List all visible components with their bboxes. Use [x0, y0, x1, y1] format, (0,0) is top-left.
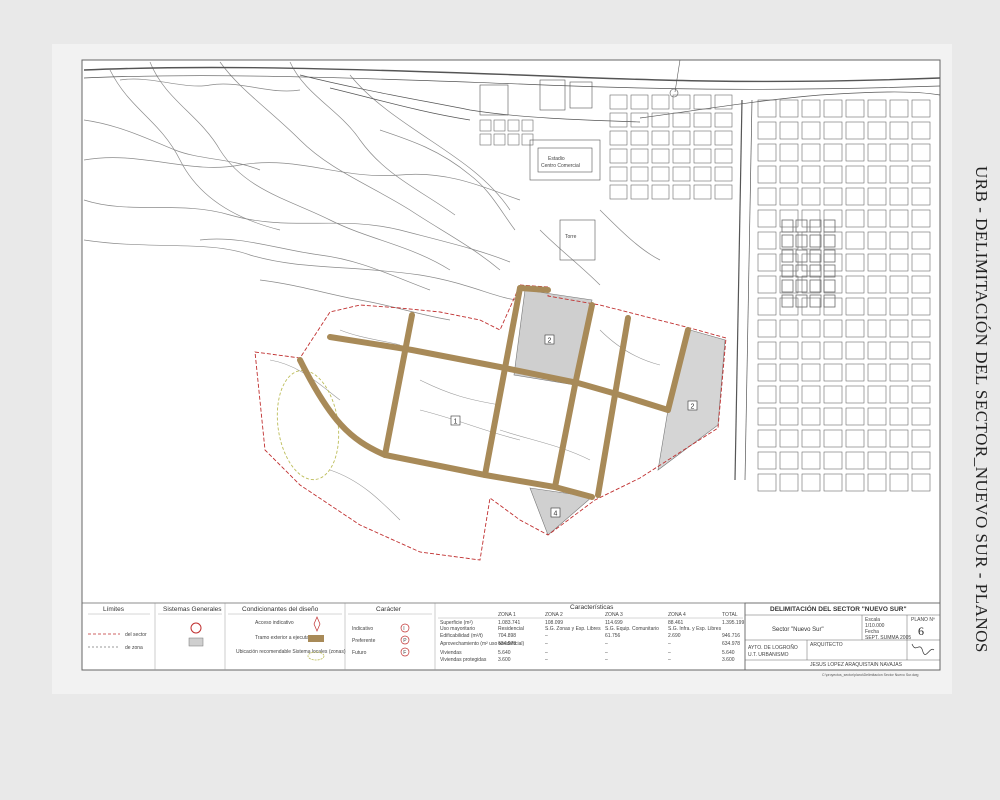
table-row-label: Viviendas: [440, 650, 462, 656]
table-cell: 5.640: [722, 650, 735, 656]
caracter-label: Indicativo: [352, 626, 373, 632]
table-row-label: Uso mayoritario: [440, 626, 475, 632]
arquitecto-label: ARQUITECTO: [810, 642, 843, 648]
zone-label-2: 2: [548, 338, 552, 345]
plano-number: 6: [918, 624, 924, 638]
title-block-sector: Sector "Nuevo Sur": [772, 627, 824, 633]
legend-acceso: Acceso indicativo: [255, 620, 294, 626]
map-frame: [81, 59, 941, 671]
sistema-zone-swatch: [188, 637, 204, 647]
table-cell: –: [668, 641, 671, 647]
table-cell: 3.600: [722, 657, 735, 663]
table-cell: 61.756: [605, 633, 621, 639]
zone-label-2-east: 2: [691, 404, 695, 411]
legend-condicionantes-header: Condicionantes del diseño: [242, 606, 319, 613]
table-cell: –: [605, 650, 608, 656]
table-cell: –: [668, 650, 671, 656]
table-cell: S.G. Infra. y Esp. Libres: [668, 626, 722, 632]
table-header-cell: ZONA 1: [498, 612, 516, 618]
table-cell: 946.716: [722, 633, 740, 639]
table-cell: –: [605, 657, 608, 663]
table-cell: –: [668, 657, 671, 663]
table-header-cell: TOTAL: [722, 612, 738, 618]
legend-sistemas-header: Sistemas Generales: [163, 606, 222, 613]
plan-drawing: Estadio Centro Comercial Torre 1 2 2 4 L…: [81, 59, 941, 677]
legend-ubicacion: Ubicación recomendable Sistema locales (…: [236, 649, 346, 655]
zone-label-4: 4: [554, 511, 558, 518]
table-cell: 1.395.199: [722, 620, 744, 626]
caracter-icon: [400, 623, 410, 633]
table-cell: 704.898: [498, 633, 516, 639]
table-cell: –: [605, 641, 608, 647]
table-header-cell: ZONA 4: [668, 612, 686, 618]
legend-limites-zona: de zona: [125, 645, 143, 651]
legend-limites-header: Límites: [103, 606, 125, 613]
table-cell: S.G. Zonas y Esp. Libres: [545, 626, 601, 632]
title-block-title: DELIMITACIÓN DEL SECTOR "NUEVO SUR": [770, 604, 907, 613]
road-swatch: [308, 635, 324, 642]
table-cell: S.G. Equip. Comunitario: [605, 626, 659, 632]
table-cell: –: [545, 657, 548, 663]
client-line-1: AYTO. DE LOGROÑO: [748, 644, 798, 651]
legend-limites-sector: del sector: [125, 632, 147, 638]
arquitecto-name: JESUS LOPEZ ARAQUISTAIN NAVAJAS: [810, 662, 903, 668]
table-cell: –: [545, 633, 548, 639]
caracter-code: I: [403, 626, 404, 632]
table-row-label: Edificabilidad (m²/t): [440, 633, 483, 639]
table-header-cell: ZONA 2: [545, 612, 563, 618]
table-cell: 3.600: [498, 657, 511, 663]
caracter-label: Preferente: [352, 638, 376, 644]
plano-label: PLANO Nº: [911, 617, 935, 623]
client-line-2: U.T. URBANISMO: [748, 652, 789, 658]
zone-label-1: 1: [454, 419, 458, 426]
table-cell: –: [545, 641, 548, 647]
side-caption-text: URB - DELIMITACIÓN DEL SECTOR_NUEVO SUR …: [972, 166, 991, 653]
table-row-label: Viviendas protegidas: [440, 657, 487, 663]
sistema-equip-icon: [190, 622, 202, 634]
caracter-code: F: [403, 650, 406, 656]
table-cell: 634.978: [722, 641, 740, 647]
table-cell: Residencial: [498, 626, 524, 632]
legend-tramo: Tramo exterior a ejecutar: [255, 635, 311, 641]
table-cell: 634.978: [498, 641, 516, 647]
table-cell: –: [545, 650, 548, 656]
legend-caracteristicas-header: Características: [570, 604, 614, 611]
side-caption: URB - DELIMITACIÓN DEL SECTOR_NUEVO SUR …: [965, 166, 995, 786]
fecha-value: SEPT. SUMMA 2005: [865, 635, 911, 641]
table-cell: 5.640: [498, 650, 511, 656]
table-cell: 2.690: [668, 633, 681, 639]
label-estadio: Estadio: [548, 156, 565, 162]
caracter-label: Futuro: [352, 650, 367, 656]
file-path: C:\proyectos_sector\plano\Delimitacion S…: [822, 673, 919, 677]
table-header-cell: ZONA 3: [605, 612, 623, 618]
label-centro: Centro Comercial: [541, 163, 580, 169]
legend-caracter-header: Carácter: [376, 606, 402, 613]
label-torre: Torre: [565, 234, 577, 240]
